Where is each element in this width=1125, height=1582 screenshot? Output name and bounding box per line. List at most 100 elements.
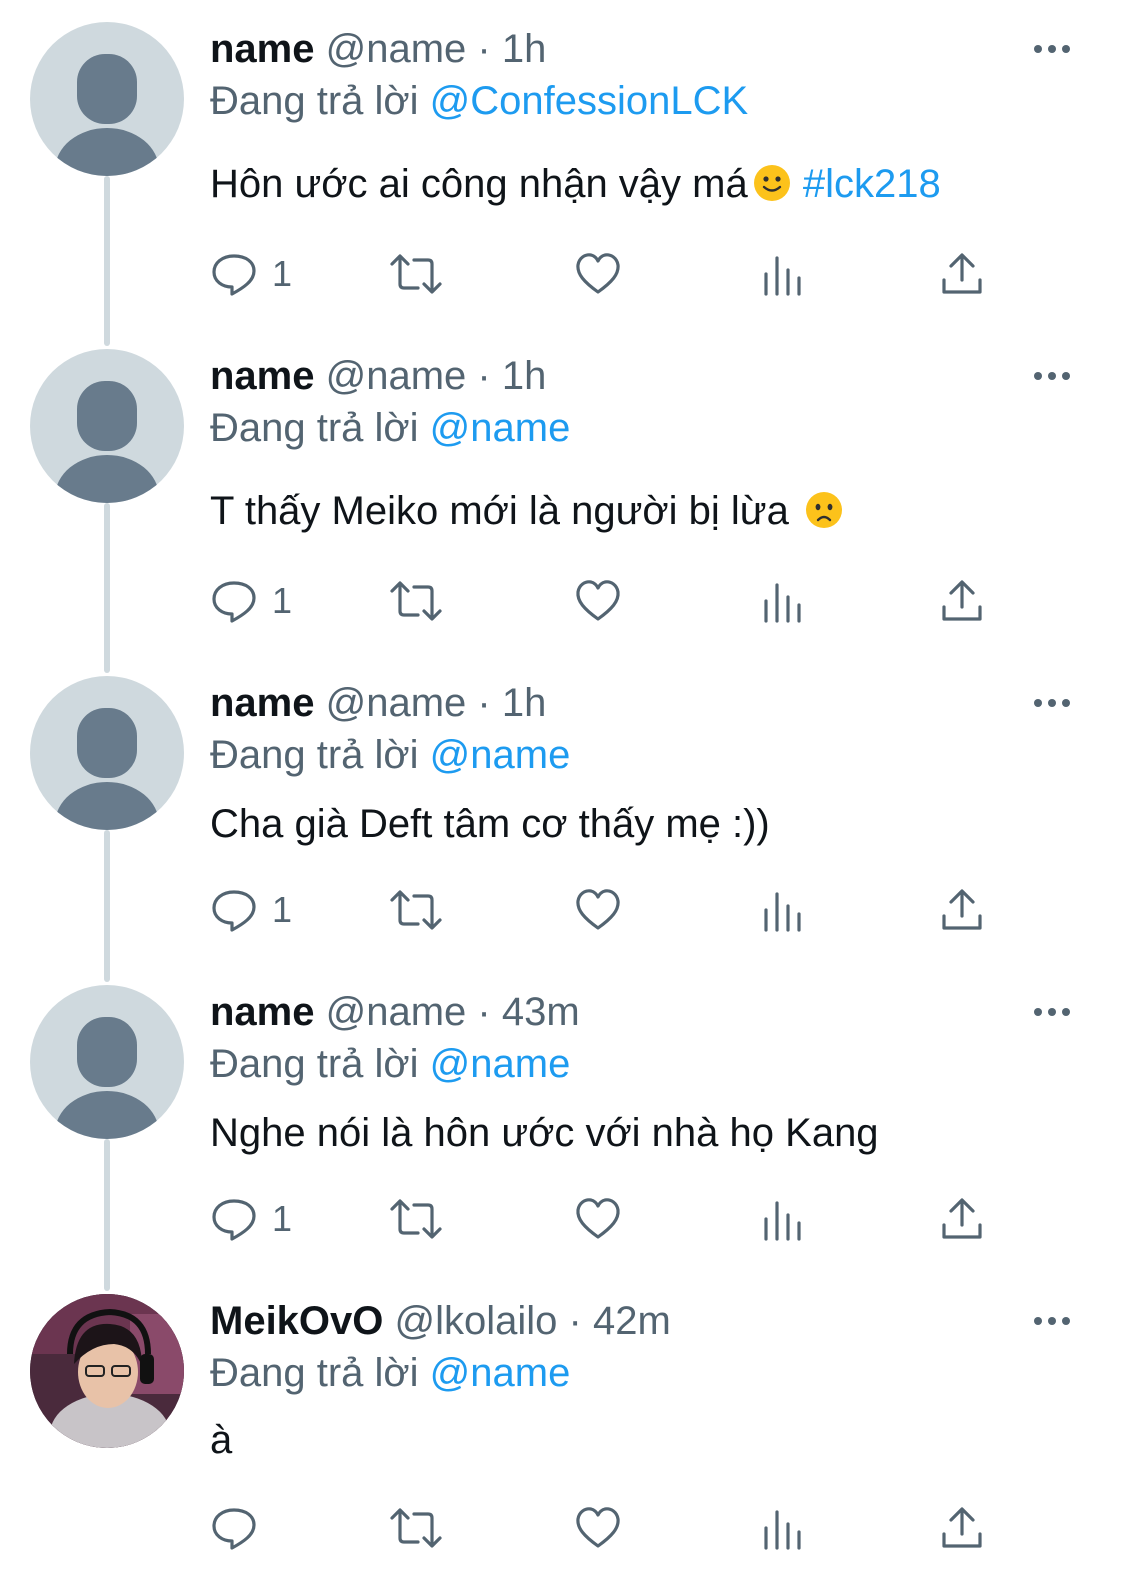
retweet-button[interactable] (388, 880, 444, 940)
share-icon (942, 889, 982, 930)
default-avatar[interactable] (30, 22, 184, 176)
display-name[interactable]: name (210, 990, 315, 1034)
share-icon (942, 1507, 982, 1548)
views-icon (764, 1201, 801, 1241)
reply-prefix: Đang trả lời (210, 1042, 419, 1086)
more-icon[interactable] (1032, 1005, 1072, 1019)
handle[interactable]: @name (326, 681, 467, 725)
reply-button[interactable]: 1 (210, 244, 292, 304)
more-icon[interactable] (1032, 42, 1072, 56)
default-avatar[interactable] (30, 676, 184, 830)
reply-prefix: Đang trả lời (210, 733, 419, 777)
retweet-icon (390, 581, 442, 621)
views-button[interactable] (758, 244, 806, 304)
reply-prefix: Đang trả lời (210, 1351, 419, 1395)
action-bar: 1 (210, 880, 1010, 940)
share-button[interactable] (938, 571, 986, 631)
tweet-header: name @name · 43m (210, 987, 580, 1037)
like-button[interactable] (574, 1498, 622, 1558)
frowning-face-emoji (805, 492, 842, 528)
views-button[interactable] (758, 880, 806, 940)
replying-to: Đang trả lời @name (210, 1348, 570, 1398)
tweet-text: à (210, 1414, 232, 1466)
thread-line (104, 830, 110, 982)
retweet-button[interactable] (388, 571, 444, 631)
tweet-text-body: Cha già Deft tâm cơ thấy mẹ :)) (210, 802, 770, 846)
share-button[interactable] (938, 1498, 986, 1558)
reply-button[interactable]: 1 (210, 571, 292, 631)
separator: · (477, 27, 491, 71)
reply-icon (212, 890, 256, 932)
reply-mention[interactable]: @ConfessionLCK (430, 79, 749, 123)
heart-icon (576, 889, 620, 930)
more-icon[interactable] (1032, 1314, 1072, 1328)
timestamp[interactable]: 1h (502, 681, 547, 725)
reply-prefix: Đang trả lời (210, 79, 419, 123)
user-avatar[interactable] (30, 1294, 184, 1448)
views-icon (764, 256, 801, 296)
timestamp[interactable]: 42m (593, 1299, 671, 1343)
tweet-header: name @name · 1h (210, 678, 546, 728)
thread-line (104, 503, 110, 673)
retweet-button[interactable] (388, 1498, 444, 1558)
more-icon[interactable] (1032, 369, 1072, 383)
default-avatar[interactable] (30, 985, 184, 1139)
display-name[interactable]: name (210, 681, 315, 725)
reply-button[interactable]: 1 (210, 1189, 292, 1249)
timestamp[interactable]: 43m (502, 990, 580, 1034)
retweet-icon (390, 1199, 442, 1239)
tweet-header: MeikOvO @lkolailo · 42m (210, 1296, 671, 1346)
display-name[interactable]: name (210, 354, 315, 398)
replying-to: Đang trả lời @name (210, 730, 570, 780)
reply-icon (212, 581, 256, 623)
like-button[interactable] (574, 244, 622, 304)
retweet-icon (390, 254, 442, 294)
reply-button[interactable]: 1 (210, 880, 292, 940)
handle[interactable]: @name (326, 27, 467, 71)
like-button[interactable] (574, 571, 622, 631)
views-button[interactable] (758, 571, 806, 631)
handle[interactable]: @name (326, 990, 467, 1034)
share-button[interactable] (938, 244, 986, 304)
profile-photo-icon (30, 1294, 184, 1448)
separator: · (477, 354, 491, 398)
tweet-text: Cha già Deft tâm cơ thấy mẹ :)) (210, 798, 770, 850)
reply-mention[interactable]: @name (430, 1042, 571, 1086)
timestamp[interactable]: 1h (502, 27, 547, 71)
default-profile-icon (55, 54, 159, 176)
replying-to: Đang trả lời @ConfessionLCK (210, 76, 748, 126)
tweet-header: name @name · 1h (210, 24, 546, 74)
like-button[interactable] (574, 880, 622, 940)
more-icon[interactable] (1032, 696, 1072, 710)
reply-mention[interactable]: @name (430, 406, 571, 450)
display-name[interactable]: MeikOvO (210, 1299, 383, 1343)
share-button[interactable] (938, 1189, 986, 1249)
heart-icon (576, 580, 620, 621)
display-name[interactable]: name (210, 27, 315, 71)
heart-icon (576, 253, 620, 294)
reply-mention[interactable]: @name (430, 1351, 571, 1395)
retweet-button[interactable] (388, 244, 444, 304)
reply-prefix: Đang trả lời (210, 406, 419, 450)
tweet-text: Nghe nói là hôn ước với nhà họ Kang (210, 1107, 879, 1159)
views-icon (764, 892, 801, 932)
reply-button[interactable] (210, 1498, 272, 1558)
views-button[interactable] (758, 1189, 806, 1249)
tweet-text-body: Nghe nói là hôn ước với nhà họ Kang (210, 1111, 879, 1155)
handle[interactable]: @lkolailo (395, 1299, 558, 1343)
share-button[interactable] (938, 880, 986, 940)
views-icon (764, 1510, 801, 1550)
views-button[interactable] (758, 1498, 806, 1558)
share-icon (942, 1198, 982, 1239)
hashtag-link[interactable]: #lck218 (803, 162, 941, 206)
handle[interactable]: @name (326, 354, 467, 398)
retweet-button[interactable] (388, 1189, 444, 1249)
replying-to: Đang trả lời @name (210, 403, 570, 453)
default-avatar[interactable] (30, 349, 184, 503)
timestamp[interactable]: 1h (502, 354, 547, 398)
reply-icon (212, 1508, 256, 1550)
reply-mention[interactable]: @name (430, 733, 571, 777)
tweet-header: name @name · 1h (210, 351, 546, 401)
reply-icon (212, 1199, 256, 1241)
like-button[interactable] (574, 1189, 622, 1249)
